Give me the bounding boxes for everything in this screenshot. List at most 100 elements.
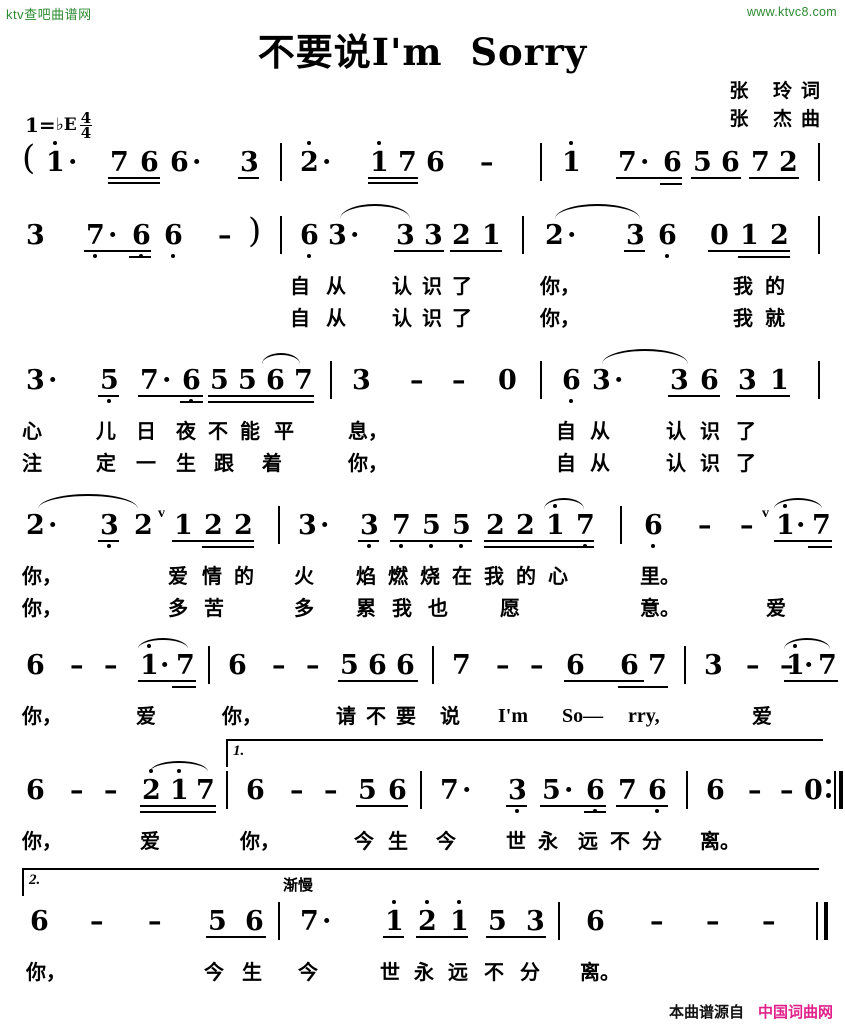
note: 2 — [234, 510, 253, 541]
note: 6 — [246, 775, 265, 806]
note: 5 — [358, 775, 377, 806]
dot-duration: · — [796, 510, 806, 541]
note: 3 — [670, 365, 689, 396]
note: 6 — [426, 147, 445, 178]
note: 6 — [396, 650, 415, 681]
beam — [138, 395, 203, 397]
note: 6 — [30, 906, 49, 937]
slur — [150, 761, 208, 772]
lyric-syllable: 今 — [436, 829, 456, 853]
note: 5 — [238, 365, 257, 396]
beam — [338, 680, 418, 682]
lyric-syllable: 在 — [452, 564, 472, 588]
note: 6 — [164, 220, 183, 258]
note: 1 — [562, 141, 581, 178]
lyric-syllable: 爱 — [136, 704, 156, 728]
lyric-syllable: 了 — [736, 451, 756, 475]
lyric-syllable: 焰 — [356, 564, 376, 588]
note-row: 6 – – 2 1 7 6 – – 5 6 7 · 3 5 · 6 7 6 6 … — [0, 761, 845, 831]
note: 3 — [526, 906, 545, 937]
lyric-syllable: 远 — [448, 960, 468, 984]
note: 1 — [776, 504, 795, 541]
note-row: ( 1 · 7 6 6 · 3 2 · 1 7 6 – 1 7 · 6 5 6 … — [0, 141, 845, 203]
lyric-syllable: 不 — [366, 704, 386, 728]
note: 7 — [398, 147, 417, 178]
barline — [280, 143, 282, 181]
lyric-syllable: 烧 — [420, 564, 440, 588]
final-barline-thin — [816, 902, 818, 940]
beam — [584, 811, 606, 813]
flat-icon: ♭ — [55, 114, 64, 135]
music-system-5: 6 – – 1 · 7 6 – – 5 6 6 7 – – 6 6 7 3 – … — [0, 638, 845, 738]
rest: 0 — [498, 365, 517, 396]
note: 6 — [26, 775, 45, 806]
note: 3 — [360, 510, 379, 548]
note: 1 — [770, 365, 789, 396]
note: 2 — [452, 220, 471, 251]
note: 7 — [751, 147, 770, 178]
beam — [738, 256, 790, 258]
sustain-dash: – — [530, 650, 544, 681]
note: 6 — [228, 650, 247, 681]
barline — [540, 143, 542, 181]
footer-site-name[interactable]: 中国词曲网 — [758, 1001, 833, 1022]
repeat-dots — [826, 779, 831, 807]
note: 5 — [693, 147, 712, 178]
note: 3 — [626, 220, 645, 251]
volta-bracket-2: 2. — [22, 868, 819, 896]
note: 5 — [210, 365, 229, 396]
beam — [140, 811, 216, 813]
note: 3 — [26, 220, 45, 251]
sustain-dash: – — [104, 775, 118, 806]
note: 5 — [422, 510, 441, 548]
beam — [358, 540, 379, 542]
lyric-syllable: 愿 — [500, 596, 520, 620]
lyric-syllable: 我 — [392, 596, 412, 620]
credits: 张 玲词 张 杰曲 — [729, 78, 829, 133]
beam — [749, 177, 799, 179]
note: 2 — [545, 220, 564, 251]
slur — [555, 204, 640, 219]
beam — [660, 183, 682, 185]
page-title: 不要说I'm Sorry — [257, 30, 588, 74]
lyric-syllable: 跟 — [214, 451, 234, 475]
barline — [226, 771, 228, 809]
note: 6 — [132, 220, 151, 258]
sustain-dash: – — [650, 906, 664, 937]
lyric-syllable: 爱 — [752, 704, 772, 728]
lyric-syllable: 里。 — [640, 564, 680, 588]
beam — [140, 805, 216, 807]
lyric-syllable: 着 — [262, 451, 282, 475]
sustain-dash: – — [70, 650, 84, 681]
note: 7 — [812, 510, 831, 541]
note-row: 3 · 5 7 · 6 5 5 6 7 3 – – 0 6 3 · 3 6 3 … — [0, 349, 845, 421]
note: 2 — [516, 510, 535, 541]
footer: 本曲谱源自 中国词曲网 — [669, 1001, 833, 1022]
note: 3 — [352, 365, 371, 396]
footer-source-label: 本曲谱源自 — [668, 1003, 744, 1021]
note: 3 — [738, 365, 757, 396]
beam — [172, 540, 254, 542]
note: 5 — [488, 906, 507, 937]
note: 6 — [721, 147, 740, 178]
lyric-syllable: rry, — [628, 705, 660, 727]
lyric-syllable: 一 — [136, 451, 156, 475]
time-signature: 4 4 — [79, 110, 93, 141]
lyric-syllable: 识 — [700, 419, 720, 443]
note: 7 — [110, 147, 129, 178]
beam — [208, 401, 314, 403]
beam — [784, 680, 838, 682]
lyric-row-verse1: 你， 今 生 今 世 永 远 不 分 离。 — [0, 962, 845, 994]
note: 1 — [786, 644, 805, 681]
note: 3 — [298, 510, 317, 541]
music-system-4: 2 · 3 2 v 1 2 2 3 · 3 7 5 5 2 2 1 7 6 – … — [0, 494, 845, 630]
lyric-syllable: 儿 — [96, 419, 116, 443]
barline — [818, 216, 820, 254]
note: 1 — [46, 141, 65, 178]
lyric-syllable: 息， — [348, 419, 388, 443]
dot-duration: · — [192, 147, 202, 178]
lyric-syllable: 多 — [168, 596, 188, 620]
sustain-dash: – — [740, 510, 754, 541]
lyric-syllable: 你， — [540, 306, 580, 330]
note: 7 — [818, 650, 837, 681]
